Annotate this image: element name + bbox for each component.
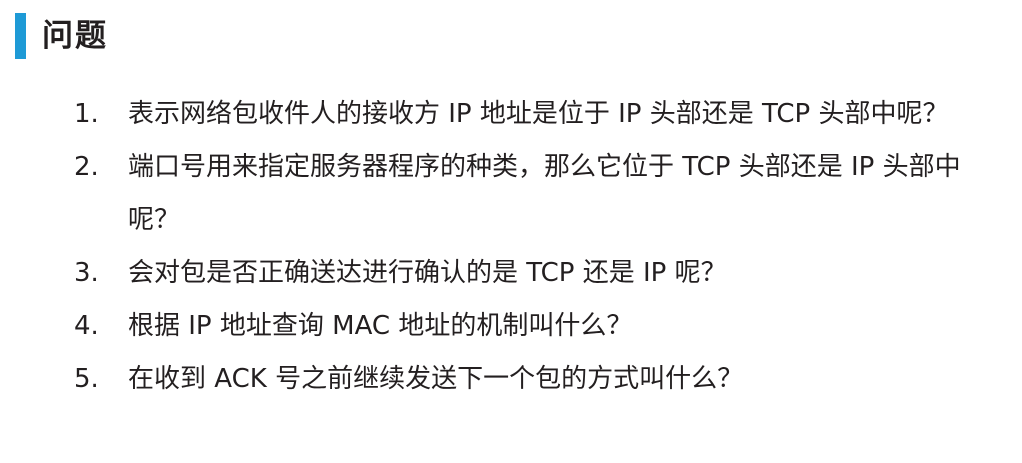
list-item: 2. 端口号用来指定服务器程序的种类，那么它位于 TCP 头部还是 IP 头部中…	[0, 141, 988, 247]
list-item: 4. 根据 IP 地址查询 MAC 地址的机制叫什么？	[0, 300, 988, 353]
question-text: 根据 IP 地址查询 MAC 地址的机制叫什么？	[128, 311, 633, 341]
question-text: 表示网络包收件人的接收方 IP 地址是位于 IP 头部还是 TCP 头部中呢？	[128, 99, 949, 129]
question-list: 1. 表示网络包收件人的接收方 IP 地址是位于 IP 头部还是 TCP 头部中…	[0, 88, 1022, 406]
list-item: 1. 表示网络包收件人的接收方 IP 地址是位于 IP 头部还是 TCP 头部中…	[0, 88, 988, 141]
section-heading: 问题	[15, 10, 108, 62]
heading-accent-bar	[15, 13, 26, 59]
question-number: 5.	[74, 364, 99, 394]
question-number: 2.	[74, 152, 99, 182]
list-item: 3. 会对包是否正确送达进行确认的是 TCP 还是 IP 呢？	[0, 247, 988, 300]
question-number: 4.	[74, 311, 99, 341]
question-text: 在收到 ACK 号之前继续发送下一个包的方式叫什么？	[128, 364, 744, 394]
question-number: 1.	[74, 99, 99, 129]
question-text: 会对包是否正确送达进行确认的是 TCP 还是 IP 呢？	[128, 258, 727, 288]
question-text: 端口号用来指定服务器程序的种类，那么它位于 TCP 头部还是 IP 头部中呢？	[128, 152, 961, 235]
list-item: 5. 在收到 ACK 号之前继续发送下一个包的方式叫什么？	[0, 353, 988, 406]
question-number: 3.	[74, 258, 99, 288]
page-title: 问题	[42, 17, 108, 54]
